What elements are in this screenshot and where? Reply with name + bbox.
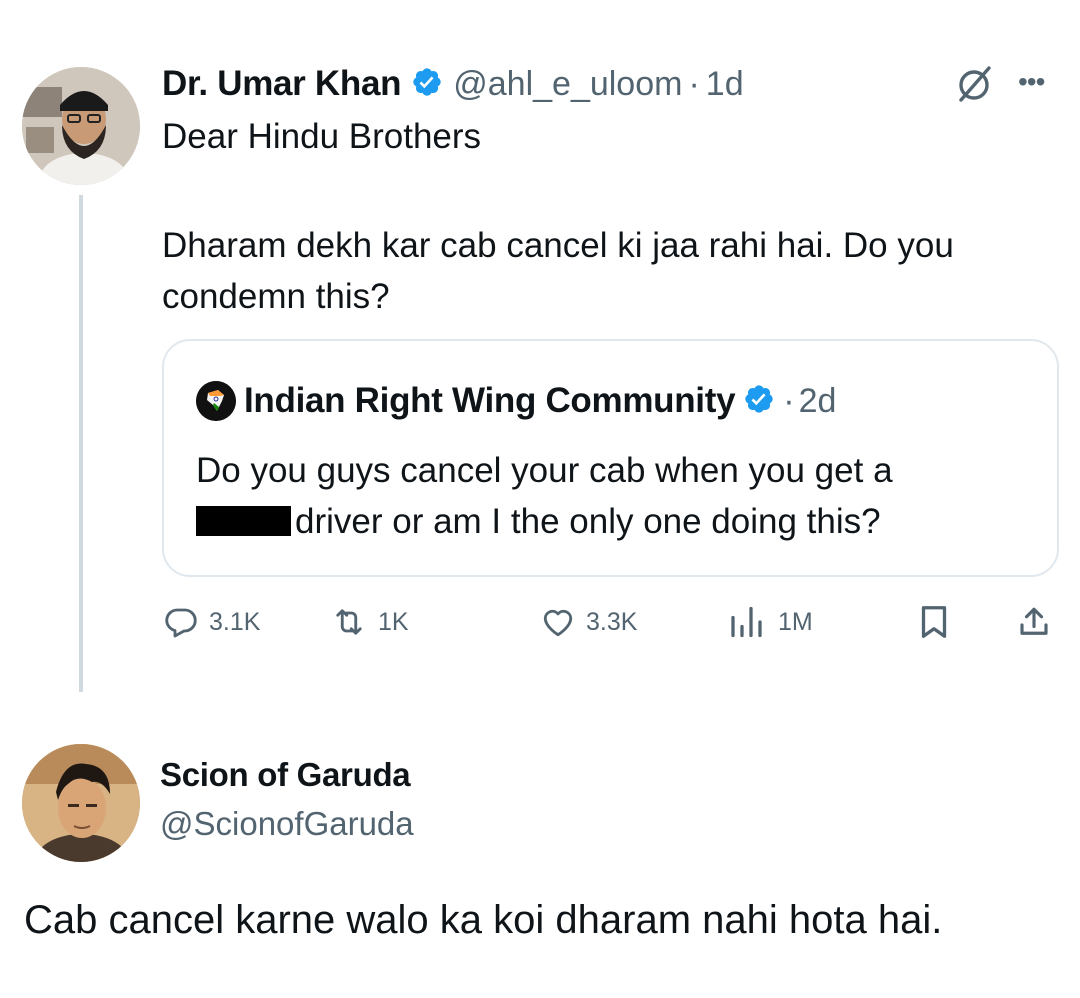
redaction-bar <box>196 506 291 536</box>
reply-icon <box>165 608 197 638</box>
separator-dot: · <box>688 64 700 103</box>
quote-avatar[interactable] <box>196 381 236 421</box>
grok-icon[interactable] <box>955 64 995 104</box>
bookmark-button[interactable] <box>918 600 950 644</box>
reply-count: 3.1K <box>209 607 261 636</box>
share-icon <box>1020 607 1048 635</box>
tweet-header: Dr. Umar Khan @ahl_e_uloom · 1d <box>162 62 744 106</box>
more-options-icon[interactable]: ••• <box>1018 66 1045 98</box>
verified-badge-icon[interactable] <box>411 66 443 103</box>
tweet-time[interactable]: 1d <box>706 65 744 104</box>
quote-time[interactable]: 2d <box>799 382 837 421</box>
repost-button[interactable]: 1K <box>330 600 409 644</box>
author-handle[interactable]: @ahl_e_uloom <box>453 65 682 104</box>
thread-line <box>79 195 83 692</box>
views-button[interactable]: 1M <box>728 600 813 644</box>
avatar-umar-khan[interactable] <box>22 67 140 185</box>
verified-badge-icon[interactable] <box>743 383 775 420</box>
like-count: 3.3K <box>586 607 638 636</box>
share-button[interactable] <box>1016 600 1052 644</box>
repost-icon <box>336 609 362 635</box>
quote-header: Indian Right Wing Community · 2d <box>196 379 836 423</box>
quote-text-line1: Do you guys cancel your cab when you get… <box>196 451 893 490</box>
quote-text-line2-wrap: driver or am I the only one doing this? <box>196 496 1036 547</box>
reply-button[interactable]: 3.1K <box>163 600 260 644</box>
bookmark-icon <box>921 606 947 638</box>
quote-text-line2: driver or am I the only one doing this? <box>295 502 881 541</box>
avatar-scion-of-garuda[interactable] <box>22 744 140 862</box>
reply-text: Cab cancel karne walo ka koi dharam nahi… <box>24 898 943 942</box>
quote-tweet-card[interactable]: Indian Right Wing Community · 2d Do you … <box>162 339 1059 577</box>
quote-author-name[interactable]: Indian Right Wing Community <box>244 381 736 421</box>
view-count: 1M <box>778 607 813 636</box>
separator-dot: · <box>783 381 795 420</box>
views-icon <box>731 606 762 638</box>
tweet-text-line1: Dear Hindu Brothers <box>162 117 482 156</box>
tweet-text-body: Dharam dekh kar cab cancel ki jaa rahi h… <box>162 226 954 316</box>
author-name[interactable]: Dr. Umar Khan <box>162 64 402 104</box>
repost-count: 1K <box>378 607 409 636</box>
like-button[interactable]: 3.3K <box>540 600 637 644</box>
reply-author-handle[interactable]: @ScionofGaruda <box>160 805 414 843</box>
quote-text: Do you guys cancel your cab when you get… <box>196 445 1036 547</box>
reply-author-name[interactable]: Scion of Garuda <box>160 756 411 794</box>
heart-icon <box>543 609 573 637</box>
